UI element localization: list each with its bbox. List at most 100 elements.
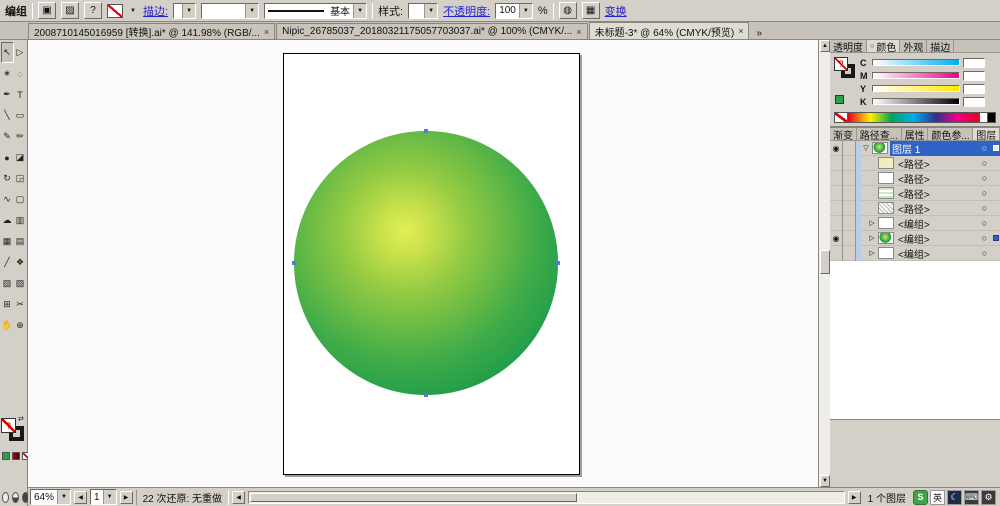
stroke-weight-combo[interactable]: ▼	[173, 2, 197, 19]
document-tab-1[interactable]: 2008710145016959 [转换].ai* @ 141.98% (RGB…	[28, 23, 276, 39]
eyedropper-tool[interactable]: ╱	[1, 252, 14, 273]
spectrum-ramp[interactable]	[848, 113, 979, 122]
layer-thumbnail[interactable]	[878, 187, 894, 199]
layer-name[interactable]: <编组>	[896, 216, 978, 231]
sogou-ime-icon[interactable]: S	[913, 489, 928, 505]
yellow-value-field[interactable]	[963, 83, 985, 94]
magenta-value-field[interactable]	[963, 70, 985, 81]
anchor-right[interactable]	[556, 261, 560, 265]
lock-toggle[interactable]	[843, 140, 856, 156]
layer-row-group-selected[interactable]: ◉ ▷ <编组> ○	[830, 230, 1000, 246]
close-icon[interactable]: ×	[264, 27, 269, 37]
transform-link[interactable]: 变换	[605, 3, 627, 19]
fill-proxy[interactable]: ?	[834, 57, 848, 71]
column-graph-tool[interactable]: ▥	[14, 210, 27, 231]
magic-wand-tool[interactable]: ∗	[1, 63, 14, 84]
artboard-combo[interactable]: 1 ▼	[90, 489, 117, 505]
swap-fill-stroke-icon[interactable]: ⇄	[18, 415, 24, 423]
line-segment-tool[interactable]: ╲	[1, 105, 14, 126]
fullscreen-menu-mode-button[interactable]	[12, 492, 19, 503]
previous-artboard-button[interactable]: ◀	[74, 490, 88, 504]
layer-row-layer1[interactable]: ◉ ▽ 图层 1 ○	[830, 140, 1000, 156]
target-icon[interactable]: ○	[978, 188, 991, 198]
lock-toggle[interactable]	[843, 155, 856, 171]
layer-thumbnail[interactable]	[878, 172, 894, 184]
horizontal-scroll-thumb[interactable]	[250, 492, 578, 502]
undo-status[interactable]: 22 次还原: 无重做	[135, 489, 230, 505]
fill-proxy[interactable]: ?	[1, 418, 16, 433]
layer-row-group[interactable]: ▷ <编组> ○	[830, 215, 1000, 231]
layer-name[interactable]: <编组>	[896, 231, 978, 246]
tab-layers[interactable]: 图层	[973, 128, 1000, 140]
rectangle-tool[interactable]: ▭	[14, 105, 27, 126]
lock-toggle[interactable]	[843, 185, 856, 201]
layer-name[interactable]: <路径>	[896, 201, 978, 216]
layer-name[interactable]: <路径>	[896, 186, 978, 201]
layer-thumbnail[interactable]	[878, 217, 894, 229]
visibility-toggle[interactable]	[830, 155, 843, 171]
visibility-toggle[interactable]	[830, 170, 843, 186]
selection-tool[interactable]: ↖	[0, 42, 14, 63]
fill-dropdown-icon[interactable]: ▼	[128, 2, 138, 19]
color-mode-button[interactable]	[2, 452, 10, 460]
pen-tool[interactable]: ✒	[1, 84, 14, 105]
visibility-toggle[interactable]	[830, 215, 843, 231]
cyan-value-field[interactable]	[963, 57, 985, 68]
tab-overflow-button[interactable]: »	[753, 28, 765, 39]
target-icon[interactable]: ○	[978, 143, 991, 153]
layer-thumbnail[interactable]	[878, 247, 894, 259]
anchor-top[interactable]	[424, 129, 428, 133]
cyan-slider[interactable]	[872, 59, 960, 66]
expand-toggle[interactable]: ▷	[867, 219, 877, 227]
language-indicator[interactable]: 英	[930, 489, 945, 505]
expand-toggle[interactable]: ▷	[867, 234, 877, 242]
layer-row-body[interactable]: <编组> ○	[896, 246, 1000, 261]
opacity-value[interactable]: 100	[496, 5, 519, 16]
gear-icon[interactable]: ⚙	[981, 489, 996, 505]
target-icon[interactable]: ○	[978, 233, 991, 243]
layer-name[interactable]: <路径>	[896, 156, 978, 171]
chevron-down-icon[interactable]: ▼	[182, 3, 196, 18]
opacity-link[interactable]: 不透明度:	[443, 3, 490, 19]
black-swatch[interactable]	[987, 113, 995, 122]
layer-row-group[interactable]: ▷ <编组> ○	[830, 245, 1000, 261]
layer-row-body[interactable]: <编组> ○	[896, 216, 1000, 231]
normal-screen-mode-button[interactable]	[2, 492, 9, 503]
type-tool[interactable]: T	[14, 84, 27, 105]
target-icon[interactable]: ○	[978, 158, 991, 168]
rotate-tool[interactable]: ↻	[1, 168, 14, 189]
blend-tool[interactable]: ❖	[14, 252, 27, 273]
stroke-link[interactable]: 描边:	[143, 3, 168, 19]
layer-thumbnail[interactable]	[878, 232, 894, 244]
layer-row-body[interactable]: 图层 1 ○	[890, 140, 1000, 156]
tab-pathfinder[interactable]: 路径查...	[857, 128, 902, 140]
pencil-tool[interactable]: ✏	[14, 126, 27, 147]
layer-row-body[interactable]: <路径> ○	[896, 156, 1000, 171]
lock-toggle[interactable]	[843, 200, 856, 216]
style-combo[interactable]: ▼	[408, 2, 439, 19]
hand-tool[interactable]: ✋	[1, 315, 14, 336]
vertical-scroll-thumb[interactable]	[820, 250, 830, 274]
layer-thumbnail[interactable]	[878, 157, 894, 169]
layer-row-path[interactable]: <路径> ○	[830, 185, 1000, 201]
direct-selection-tool[interactable]: ▷	[14, 42, 27, 63]
tab-color[interactable]: ○ 颜色	[867, 40, 901, 52]
expand-toggle[interactable]: ▷	[867, 249, 877, 257]
tab-stroke[interactable]: 描边	[927, 40, 955, 52]
target-icon[interactable]: ○	[978, 173, 991, 183]
yellow-slider[interactable]	[872, 85, 960, 92]
tab-color-guide[interactable]: 颜色参...	[928, 128, 974, 140]
close-icon[interactable]: ×	[576, 27, 581, 37]
gradient-sphere-object[interactable]	[294, 131, 558, 395]
layer-row-body[interactable]: <路径> ○	[896, 171, 1000, 186]
layer-row-path[interactable]: <路径> ○	[830, 170, 1000, 186]
mesh-tool[interactable]: ▦	[1, 231, 14, 252]
layer-name[interactable]: <编组>	[896, 246, 978, 261]
chevron-down-icon[interactable]: ▼	[102, 490, 116, 504]
width-profile-combo[interactable]: ▼	[201, 2, 260, 19]
layer-row-body[interactable]: <路径> ○	[896, 201, 1000, 216]
layer-name[interactable]: <路径>	[896, 171, 978, 186]
anchor-left[interactable]	[292, 261, 296, 265]
close-icon[interactable]: ×	[738, 26, 743, 36]
expand-toggle[interactable]: ▽	[861, 144, 871, 152]
